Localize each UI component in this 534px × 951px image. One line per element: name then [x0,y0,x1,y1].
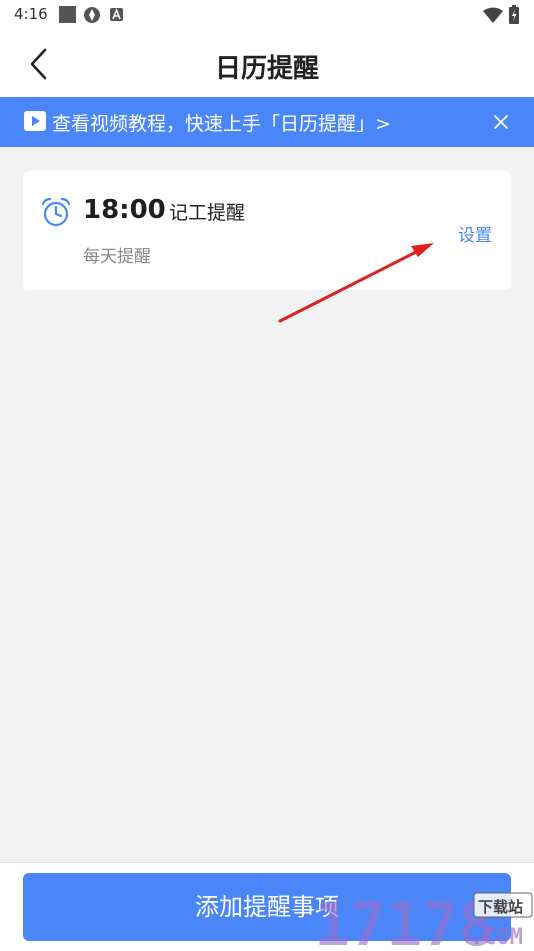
status-time: 4:16 [14,5,48,23]
reminder-name: 记工提醒 [169,202,246,224]
settings-link[interactable]: 设置 [458,221,492,246]
reminder-frequency: 每天提醒 [83,247,151,267]
app-notification-icon [84,7,100,23]
reminder-card[interactable]: 18:00 记工提醒 每天提醒 设置 [23,171,511,290]
bottom-bar: 添加提醒事项 [0,862,534,951]
close-icon[interactable] [492,113,510,131]
status-bar: 4:16 [0,0,534,30]
video-play-icon [24,111,46,131]
add-reminder-button[interactable]: 添加提醒事项 [23,873,511,941]
page-title: 日历提醒 [214,54,319,84]
video-tutorial-banner[interactable]: 查看视频教程，快速上手「日历提醒」> [0,97,534,147]
wifi-icon [483,7,503,23]
alarm-clock-icon [41,197,71,227]
app-bar: 日历提醒 [0,30,534,97]
banner-text[interactable]: 查看视频教程，快速上手「日历提醒」> [52,109,391,136]
battery-icon [509,5,519,24]
reminder-time: 18:00 [83,195,166,225]
a-notification-icon [110,8,123,21]
notification-square-icon [59,6,76,23]
